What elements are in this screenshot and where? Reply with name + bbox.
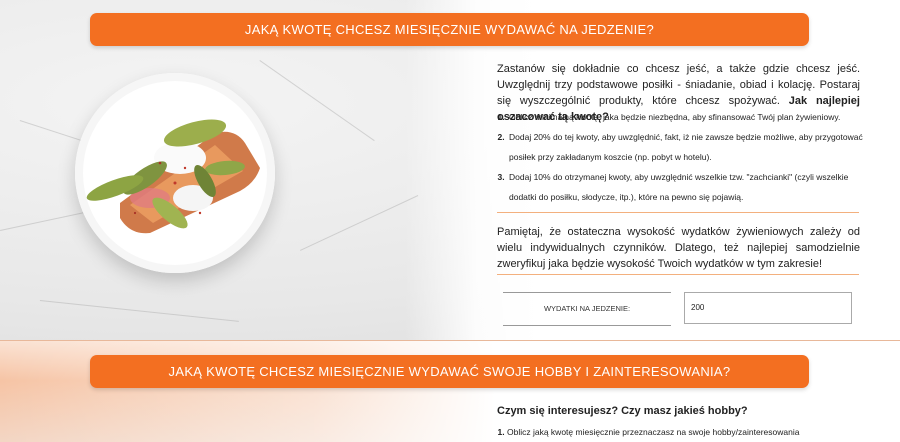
- list-item: Oblicz minimalną kwotę, jaka będzie niez…: [507, 107, 870, 127]
- food-expense-label: WYDATKI NA JEDZENIE:: [503, 292, 671, 326]
- hobby-steps-list: Oblicz jaką kwotę miesięcznie przeznacza…: [497, 424, 870, 440]
- section-title-food: JAKĄ KWOTĘ CHCESZ MIESIĘCZNIE WYDAWAĆ NA…: [90, 13, 809, 46]
- section-title-hobby: JAKĄ KWOTĘ CHCESZ MIESIĘCZNIE WYDAWAĆ SW…: [90, 355, 809, 388]
- food-note-text: Pamiętaj, że ostateczna wysokość wydatkó…: [497, 226, 860, 270]
- list-item: Dodaj 10% do otrzymanej kwoty, aby uwzgl…: [507, 167, 870, 207]
- list-item: Oblicz jaką kwotę miesięcznie przeznacza…: [507, 424, 870, 440]
- food-plate-image: [75, 73, 275, 273]
- orange-rule: [497, 212, 859, 213]
- list-item: Dodaj 20% do tej kwoty, aby uwzględnić, …: [507, 127, 870, 167]
- food-expense-input[interactable]: 200: [684, 292, 852, 324]
- food-steps-list: Oblicz minimalną kwotę, jaka będzie niez…: [497, 107, 870, 207]
- section-divider: [0, 340, 900, 341]
- orange-rule: [497, 274, 859, 275]
- hobby-question: Czym się interesujesz? Czy masz jakieś h…: [497, 405, 748, 417]
